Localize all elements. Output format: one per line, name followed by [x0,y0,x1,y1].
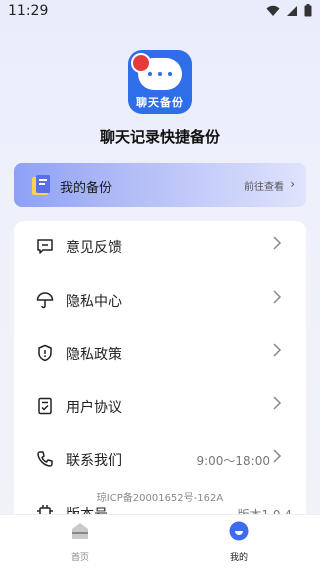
umbrella-icon [36,292,54,309]
chevron-right-icon [273,290,282,304]
signal-icon [287,5,297,16]
shield-icon [38,344,52,362]
backup-label: 我的备份 [60,181,113,196]
bottom-nav: 首页 我的 [0,514,320,569]
backup-folder-icon [32,175,50,195]
chevron-right-icon [273,396,282,410]
tab-profile[interactable]: 我的 [209,521,269,563]
feedback-icon [37,239,53,254]
menu-item-user-agreement[interactable]: 用户协议 [14,381,306,431]
my-backup-card[interactable]: 我的备份 前往查看 › [14,163,306,207]
wifi-icon [266,5,280,16]
menu-item-contact-us[interactable]: 联系我们 9:00〜18:00 [14,434,306,484]
app-name: 聊天记录快捷备份 [99,128,220,146]
service-hours: 9:00〜18:00 [196,454,270,468]
chevron-right-icon [273,449,282,463]
menu-item-privacy-center[interactable]: 隐私中心 [14,275,306,325]
battery-icon [304,4,312,17]
document-check-icon [38,397,52,415]
phone-icon [37,451,53,467]
dots-icon [148,70,172,78]
view-backup-link[interactable]: 前往查看 [244,178,284,193]
tab-home[interactable]: 首页 [50,521,110,563]
menu-label: 隐私中心 [66,294,122,310]
chevron-right-icon: › [290,177,295,191]
menu-label: 联系我们 [66,453,122,469]
logo-text: 聊天备份 [136,96,184,109]
menu-item-privacy-policy[interactable]: 隐私政策 [14,328,306,378]
tab-label: 首页 [70,553,89,563]
sync-badge-icon [131,53,151,73]
status-icons [266,4,312,17]
icp-license: 琼ICP备20001652号-162A [96,493,224,504]
menu-label: 隐私政策 [66,347,122,363]
menu-label: 意见反馈 [66,240,122,256]
menu-item-feedback[interactable]: 意见反馈 [14,221,306,271]
status-time: 11:29 [8,3,49,19]
status-bar: 11:29 [0,0,320,24]
profile-icon [229,521,249,541]
chevron-right-icon [273,236,282,250]
chevron-right-icon [273,343,282,357]
tab-label: 我的 [229,553,248,563]
app-logo: 聊天备份 [128,50,192,114]
home-icon [72,523,88,539]
menu-label: 用户协议 [66,400,122,416]
